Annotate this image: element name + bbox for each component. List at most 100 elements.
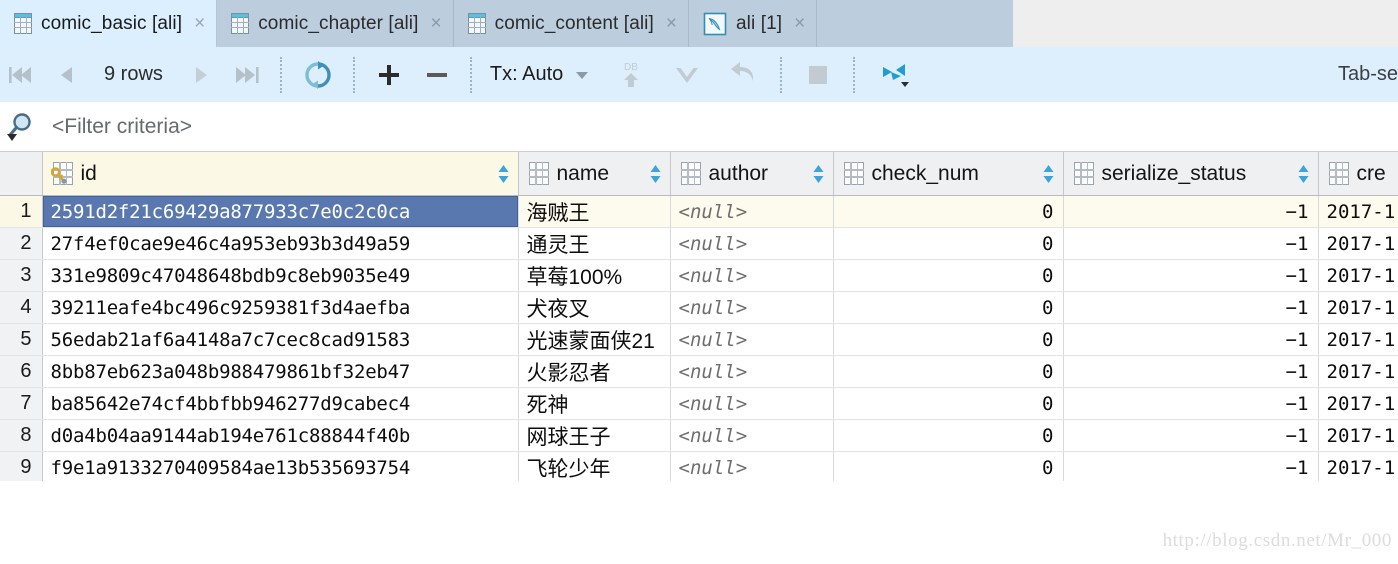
cell-name[interactable]: 光速蒙面侠21 — [518, 323, 671, 356]
submit-button[interactable]: DB — [603, 47, 659, 102]
cell-serialize-status[interactable]: −1 — [1063, 259, 1319, 292]
cell-created[interactable]: 2017-1 — [1318, 195, 1398, 228]
cell-created[interactable]: 2017-1 — [1318, 259, 1398, 292]
cell-name[interactable]: 网球王子 — [518, 419, 671, 452]
cell-serialize-status[interactable]: −1 — [1063, 291, 1319, 324]
last-page-button[interactable] — [223, 47, 271, 102]
row-number-header[interactable] — [0, 152, 43, 196]
cell-check-num[interactable]: 0 — [833, 355, 1064, 388]
column-header-author[interactable]: author — [670, 152, 834, 196]
table-row[interactable]: 9 f9e1a9133270409584ae13b535693754 飞轮少年 … — [0, 451, 1398, 481]
row-number[interactable]: 5 — [0, 323, 43, 356]
cell-name[interactable]: 飞轮少年 — [518, 451, 671, 481]
cell-author[interactable]: <null> — [670, 387, 834, 420]
cell-author[interactable]: <null> — [670, 259, 834, 292]
cell-name[interactable]: 死神 — [518, 387, 671, 420]
first-page-button[interactable] — [0, 47, 46, 102]
cell-created[interactable]: 2017-1 — [1318, 291, 1398, 324]
close-icon[interactable]: × — [191, 14, 205, 33]
rollback-button[interactable] — [715, 47, 771, 102]
cell-id[interactable]: 331e9809c47048648bdb9c8eb9035e49 — [42, 259, 519, 292]
row-number[interactable]: 3 — [0, 259, 43, 292]
cell-name[interactable]: 火影忍者 — [518, 355, 671, 388]
cell-serialize-status[interactable]: −1 — [1063, 451, 1319, 481]
cell-id[interactable]: 56edab21af6a4148a7c7cec8cad91583 — [42, 323, 519, 356]
cell-serialize-status[interactable]: −1 — [1063, 195, 1319, 228]
cell-author[interactable]: <null> — [670, 451, 834, 481]
row-number[interactable]: 8 — [0, 419, 43, 452]
cell-created[interactable]: 2017-1 — [1318, 419, 1398, 452]
commit-button[interactable] — [659, 47, 715, 102]
cell-id[interactable]: ba85642e74cf4bbfbb946277d9cabec4 — [42, 387, 519, 420]
cell-serialize-status[interactable]: −1 — [1063, 355, 1319, 388]
cell-id[interactable]: 8bb87eb623a048b988479861bf32eb47 — [42, 355, 519, 388]
cell-author[interactable]: <null> — [670, 195, 834, 228]
table-row[interactable]: 3 331e9809c47048648bdb9c8eb9035e49 草莓100… — [0, 259, 1398, 292]
table-row[interactable]: 2 27f4ef0cae9e46c4a953eb93b3d49a59 通灵王 <… — [0, 227, 1398, 260]
cancel-query-button[interactable] — [792, 47, 844, 102]
table-row[interactable]: 8 d0a4b04aa9144ab194e761c88844f40b 网球王子 … — [0, 419, 1398, 452]
row-number[interactable]: 2 — [0, 227, 43, 260]
cell-name[interactable]: 犬夜叉 — [518, 291, 671, 324]
sort-arrows-icon[interactable] — [649, 163, 662, 185]
cell-id[interactable]: d0a4b04aa9144ab194e761c88844f40b — [42, 419, 519, 452]
delete-row-button[interactable] — [413, 47, 461, 102]
next-page-button[interactable] — [177, 47, 223, 102]
search-filter-icon[interactable] — [4, 110, 44, 144]
cell-serialize-status[interactable]: −1 — [1063, 323, 1319, 356]
cell-author[interactable]: <null> — [670, 227, 834, 260]
tab-comic-content[interactable]: comic_content [ali] × — [453, 0, 689, 47]
cell-created[interactable]: 2017-1 — [1318, 387, 1398, 420]
cell-id[interactable]: 27f4ef0cae9e46c4a953eb93b3d49a59 — [42, 227, 519, 260]
column-header-id[interactable]: id — [42, 152, 519, 196]
cell-author[interactable]: <null> — [670, 419, 834, 452]
tab-ali-console[interactable]: ali [1] × — [689, 0, 818, 47]
tab-comic-basic[interactable]: comic_basic [ali] × — [0, 0, 218, 47]
column-header-serialize-status[interactable]: serialize_status — [1063, 152, 1319, 196]
cell-created[interactable]: 2017-1 — [1318, 323, 1398, 356]
row-number[interactable]: 4 — [0, 291, 43, 324]
cell-check-num[interactable]: 0 — [833, 195, 1064, 228]
sort-arrows-icon[interactable] — [1042, 163, 1055, 185]
add-row-button[interactable] — [365, 47, 413, 102]
table-row[interactable]: 6 8bb87eb623a048b988479861bf32eb47 火影忍者 … — [0, 355, 1398, 388]
column-header-created[interactable]: cre — [1318, 152, 1398, 196]
previous-page-button[interactable] — [46, 47, 90, 102]
column-header-check-num[interactable]: check_num — [833, 152, 1064, 196]
close-icon[interactable]: × — [428, 14, 442, 33]
tab-comic-chapter[interactable]: comic_chapter [ali] × — [217, 0, 454, 47]
cell-check-num[interactable]: 0 — [833, 451, 1064, 481]
cell-name[interactable]: 草莓100% — [518, 259, 671, 292]
cell-id[interactable]: 2591d2f21c69429a877933c7e0c2c0ca — [42, 195, 519, 228]
tab-settings-label[interactable]: Tab-se — [1338, 47, 1398, 102]
cell-id[interactable]: f9e1a9133270409584ae13b535693754 — [42, 451, 519, 481]
sort-arrows-icon[interactable] — [1297, 163, 1310, 185]
sort-arrows-icon[interactable] — [812, 163, 825, 185]
transaction-mode-button[interactable]: Tx: Auto — [482, 47, 603, 102]
row-number[interactable]: 1 — [0, 195, 43, 228]
cell-check-num[interactable]: 0 — [833, 259, 1064, 292]
cell-id[interactable]: 39211eafe4bc496c9259381f3d4aefba — [42, 291, 519, 324]
column-header-name[interactable]: name — [518, 152, 671, 196]
close-icon[interactable]: × — [663, 14, 677, 33]
cell-name[interactable]: 通灵王 — [518, 227, 671, 260]
filter-criteria-input[interactable]: <Filter criteria> — [44, 115, 192, 139]
data-extractor-button[interactable] — [865, 47, 927, 102]
cell-name[interactable]: 海贼王 — [518, 195, 671, 228]
cell-serialize-status[interactable]: −1 — [1063, 227, 1319, 260]
cell-author[interactable]: <null> — [670, 323, 834, 356]
row-number[interactable]: 9 — [0, 451, 43, 481]
cell-check-num[interactable]: 0 — [833, 227, 1064, 260]
cell-check-num[interactable]: 0 — [833, 323, 1064, 356]
cell-author[interactable]: <null> — [670, 355, 834, 388]
reload-button[interactable] — [292, 47, 344, 102]
table-row[interactable]: 5 56edab21af6a4148a7c7cec8cad91583 光速蒙面侠… — [0, 323, 1398, 356]
cell-serialize-status[interactable]: −1 — [1063, 387, 1319, 420]
cell-created[interactable]: 2017-1 — [1318, 451, 1398, 481]
cell-serialize-status[interactable]: −1 — [1063, 419, 1319, 452]
cell-created[interactable]: 2017-1 — [1318, 227, 1398, 260]
cell-check-num[interactable]: 0 — [833, 419, 1064, 452]
row-number[interactable]: 7 — [0, 387, 43, 420]
row-number[interactable]: 6 — [0, 355, 43, 388]
table-row[interactable]: 1 2591d2f21c69429a877933c7e0c2c0ca 海贼王 <… — [0, 195, 1398, 228]
